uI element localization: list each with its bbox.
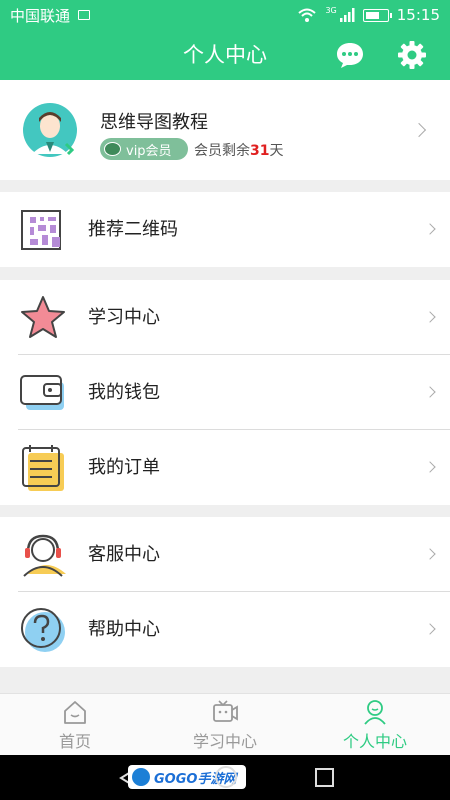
clock: 15:15 [396, 6, 440, 24]
profile-card[interactable]: 思维导图教程 vip会员 会员剩余31天 [0, 80, 450, 180]
menu-item-label: 推荐二维码 [88, 219, 178, 240]
vip-icon [104, 142, 121, 156]
chevron-right-icon [424, 311, 436, 323]
network-type: 3G [325, 5, 337, 15]
watermark-icon [132, 768, 150, 786]
chevron-right-icon [424, 223, 436, 235]
tab-label: 个人中心 [342, 732, 407, 751]
tab-profile[interactable]: 个人中心 [300, 694, 450, 755]
menu-item-study-center[interactable]: 学习中心 [0, 280, 450, 355]
study-icon [213, 700, 238, 722]
signal-icon [339, 8, 355, 22]
chevron-right-icon [424, 386, 436, 398]
wallet-icon [20, 375, 64, 410]
carrier-name: 中国联通 [10, 6, 71, 25]
menu-item-wallet[interactable]: 我的钱包 [0, 355, 450, 430]
avatar [23, 103, 77, 157]
menu-group-support: 客服中心 帮助中心 [0, 517, 450, 667]
page-title: 个人中心 [183, 43, 267, 67]
menu-item-qrcode[interactable]: 推荐二维码 [0, 192, 450, 267]
menu-item-label: 学习中心 [88, 307, 160, 328]
menu-group-qrcode: 推荐二维码 [0, 192, 450, 267]
menu-group-learning: 学习中心 我的钱包 我的订单 [0, 280, 450, 505]
status-bar: 中国联通 3G 15:15 [0, 0, 450, 30]
title-bar: 个人中心 [0, 30, 450, 80]
vip-badge-label: vip会员 [126, 143, 172, 159]
remain-prefix: 会员剩余 [194, 143, 250, 159]
vip-badge: vip会员 [100, 138, 188, 160]
tab-label: 首页 [58, 732, 91, 751]
star-icon [21, 296, 65, 338]
menu-item-orders[interactable]: 我的订单 [0, 430, 450, 505]
menu-item-help[interactable]: 帮助中心 [0, 592, 450, 667]
qrcode-icon [21, 210, 61, 250]
wifi-icon [298, 8, 317, 22]
menu-item-label: 我的订单 [88, 457, 160, 478]
home-button-icon[interactable] [215, 766, 237, 788]
chevron-right-icon [424, 461, 436, 473]
home-icon [64, 701, 86, 724]
gear-icon[interactable] [397, 40, 427, 70]
menu-item-customer-service[interactable]: 客服中心 [0, 517, 450, 592]
system-nav-bar: GOGO手游网 [0, 755, 450, 800]
bottom-tab-bar: 首页 学习中心 个人中心 [0, 693, 450, 755]
battery-icon [362, 8, 392, 22]
tab-home[interactable]: 首页 [0, 694, 150, 755]
profile-name: 思维导图教程 [100, 112, 208, 133]
menu-item-label: 客服中心 [88, 544, 160, 565]
remain-suffix: 天 [269, 143, 284, 159]
remain-days: 31 [250, 143, 270, 159]
profile-icon [364, 700, 386, 725]
menu-item-label: 我的钱包 [88, 382, 160, 403]
recent-apps-icon[interactable] [315, 768, 334, 787]
tab-study[interactable]: 学习中心 [150, 694, 300, 755]
chevron-right-icon [411, 122, 427, 138]
order-icon [22, 445, 64, 491]
image-notification-icon [78, 10, 91, 20]
chevron-right-icon [424, 623, 436, 635]
chevron-right-icon [424, 548, 436, 560]
membership-remaining: 会员剩余31天 [194, 140, 283, 160]
message-icon[interactable] [335, 40, 365, 70]
tab-label: 学习中心 [192, 732, 257, 751]
customer-service-icon [23, 534, 66, 577]
help-icon [21, 608, 65, 652]
menu-item-label: 帮助中心 [88, 619, 160, 640]
